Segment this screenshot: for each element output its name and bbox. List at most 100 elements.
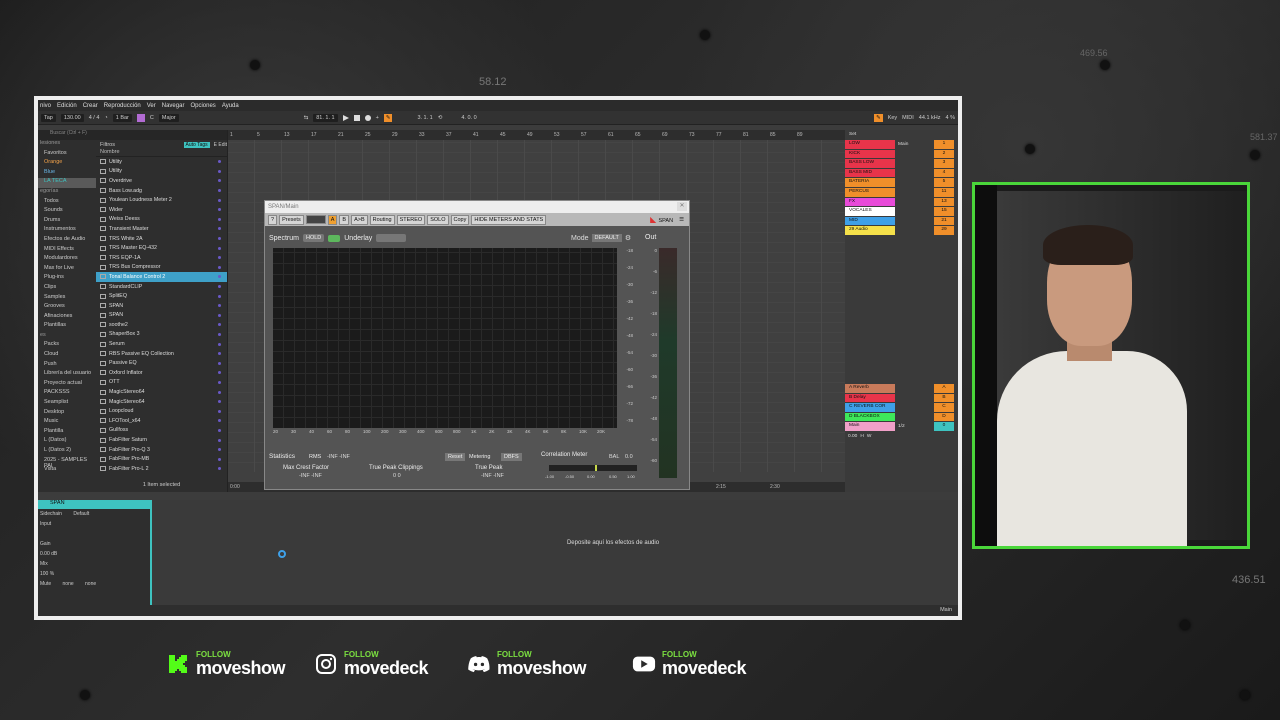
gain-value[interactable]: 0.00 dB bbox=[38, 549, 150, 559]
return-track-name[interactable]: C REVERB COR bbox=[845, 403, 895, 412]
hold-button[interactable]: HOLD bbox=[302, 234, 325, 242]
browser-file-item[interactable]: LFOTool_x64 bbox=[96, 416, 227, 426]
browser-file-item[interactable]: SPAN bbox=[96, 311, 227, 321]
scale-select[interactable]: Major bbox=[158, 113, 179, 122]
filters-button[interactable]: Filtros bbox=[100, 142, 115, 148]
track-name[interactable]: LOW bbox=[845, 140, 895, 149]
routing-button[interactable]: Routing bbox=[369, 214, 395, 225]
menu-icon[interactable]: ☰ bbox=[677, 216, 686, 224]
help-button[interactable]: ? bbox=[268, 214, 278, 225]
category-item[interactable]: Todos bbox=[38, 198, 96, 208]
category-item[interactable]: Modulardores bbox=[38, 255, 96, 265]
tap-tempo-button[interactable]: Tap bbox=[41, 113, 56, 122]
browser-file-item[interactable]: Gullfoss bbox=[96, 426, 227, 436]
place-item[interactable]: Cloud bbox=[38, 351, 96, 361]
browser-file-item[interactable]: Weiss Deess bbox=[96, 215, 227, 225]
master-cpu-field[interactable]: 0.00 bbox=[845, 434, 857, 439]
browser-file-item[interactable]: FabFilter Pro-MB bbox=[96, 454, 227, 464]
copy-button[interactable]: Copy bbox=[450, 214, 470, 225]
place-item[interactable]: Vista bbox=[38, 466, 96, 476]
track-header[interactable]: MID 21 bbox=[845, 216, 958, 226]
track-activator[interactable]: 29 bbox=[934, 226, 954, 236]
mute-button[interactable]: Mute bbox=[40, 581, 51, 587]
input-label[interactable]: Input bbox=[38, 519, 150, 529]
browser-file-item[interactable]: Tonal Balance Control 2 bbox=[96, 272, 227, 282]
track-header[interactable]: BASS MID 4 bbox=[845, 168, 958, 178]
place-item[interactable]: Librería del usuario bbox=[38, 370, 96, 380]
return-track-name[interactable]: D BLACKBOX bbox=[845, 412, 895, 422]
place-item[interactable]: L (Datos 2) bbox=[38, 447, 96, 457]
key-select[interactable]: C bbox=[150, 115, 154, 121]
browser-file-item[interactable]: Youlean Loudness Meter 2 bbox=[96, 195, 227, 205]
category-item[interactable]: Instrumentos bbox=[38, 226, 96, 236]
browser-file-item[interactable]: FabFilter Pro-L 2 bbox=[96, 464, 227, 474]
browser-file-item[interactable]: MagicStereo64 bbox=[96, 387, 227, 397]
browser-file-item[interactable]: Passive EQ bbox=[96, 358, 227, 368]
metronome-icon[interactable]: ◔ bbox=[104, 115, 107, 121]
category-item[interactable]: Clips bbox=[38, 284, 96, 294]
collection-blue[interactable]: Blue bbox=[38, 169, 96, 179]
presets-button[interactable]: Presets bbox=[279, 214, 304, 225]
track-name[interactable]: BASS MID bbox=[845, 168, 895, 178]
menu-item-reproduccion[interactable]: Reproducción bbox=[104, 103, 141, 109]
key-map-button[interactable]: Key bbox=[888, 115, 897, 121]
browser-file-item[interactable]: MagicStereo64 bbox=[96, 397, 227, 407]
browser-file-item[interactable]: TRS Master EQ-432 bbox=[96, 243, 227, 253]
stop-button[interactable] bbox=[353, 114, 360, 121]
return-activator[interactable]: B bbox=[934, 393, 954, 403]
track-activator[interactable]: 2 bbox=[934, 149, 954, 159]
browser-file-item[interactable]: SplitEQ bbox=[96, 291, 227, 301]
browser-search[interactable]: Buscar (Ctrl + F) bbox=[38, 130, 227, 140]
track-header[interactable]: KICK 2 bbox=[845, 149, 958, 159]
category-item[interactable]: Max for Live bbox=[38, 265, 96, 275]
return-track-name[interactable]: A Reverb bbox=[845, 384, 895, 393]
overdub-icon[interactable]: + bbox=[376, 115, 379, 121]
settings-gear-icon[interactable]: ⚙ bbox=[625, 234, 631, 242]
span-title-bar[interactable]: SPAN/Main ✕ bbox=[265, 201, 689, 213]
category-item[interactable]: Plug-ins bbox=[38, 274, 96, 284]
category-item[interactable]: Drums bbox=[38, 217, 96, 227]
drop-effects-hint[interactable]: Deposite aquí los efectos de audio bbox=[268, 540, 958, 546]
preset-select[interactable]: Default bbox=[73, 511, 89, 517]
category-item[interactable]: Sounds bbox=[38, 207, 96, 217]
return-track-header[interactable]: D BLACKBOX D bbox=[845, 412, 958, 422]
solo-button[interactable]: SOLO bbox=[427, 214, 449, 225]
place-item[interactable]: L (Datos) bbox=[38, 437, 96, 447]
browser-file-item[interactable]: Transient Master bbox=[96, 224, 227, 234]
track-activator[interactable]: 21 bbox=[934, 216, 954, 226]
play-button[interactable] bbox=[342, 114, 349, 121]
place-item[interactable]: Plantilla bbox=[38, 428, 96, 438]
category-item[interactable]: Afinaciones bbox=[38, 313, 96, 323]
follow-icon[interactable]: ⇆ bbox=[304, 115, 309, 121]
menu-item-ayuda[interactable]: Ayuda bbox=[222, 103, 239, 109]
mix-value[interactable]: 100 % bbox=[38, 569, 150, 579]
category-item[interactable]: Efectos de Audio bbox=[38, 236, 96, 246]
tempo-field[interactable]: 130.00 bbox=[60, 113, 84, 122]
menu-item-ver[interactable]: Ver bbox=[147, 103, 156, 109]
category-item[interactable]: Grooves bbox=[38, 303, 96, 313]
track-name[interactable]: PERCUS bbox=[845, 188, 895, 197]
menu-item-navegar[interactable]: Navegar bbox=[162, 103, 185, 109]
device-title[interactable]: SPAN bbox=[38, 500, 150, 509]
track-header[interactable]: FX 13 bbox=[845, 197, 958, 207]
browser-file-item[interactable]: ShaperBox 3 bbox=[96, 330, 227, 340]
browser-file-item[interactable]: Loopcloud bbox=[96, 406, 227, 416]
hide-meters-button[interactable]: HIDE METERS AND STATS bbox=[471, 214, 547, 225]
browser-file-item[interactable]: SPAN bbox=[96, 301, 227, 311]
browser-file-item[interactable]: soothe2 bbox=[96, 320, 227, 330]
hold-toggle[interactable] bbox=[328, 234, 341, 242]
record-button[interactable] bbox=[364, 114, 371, 121]
return-activator[interactable]: C bbox=[934, 403, 954, 412]
browser-file-item[interactable]: Wider bbox=[96, 205, 227, 215]
browser-file-item[interactable]: OTT bbox=[96, 378, 227, 388]
place-item[interactable]: Desktop bbox=[38, 409, 96, 419]
return-activator[interactable]: D bbox=[934, 412, 954, 422]
a-to-b-button[interactable]: A>B bbox=[351, 214, 368, 225]
track-name[interactable]: BASS LOW bbox=[845, 159, 895, 168]
track-header[interactable]: LOW Main 1 bbox=[845, 140, 958, 150]
a-button[interactable]: A bbox=[327, 214, 338, 225]
place-item[interactable]: Seamplist bbox=[38, 399, 96, 409]
place-item[interactable]: 2025 - SAMPLES PAI bbox=[38, 457, 96, 469]
browser-file-item[interactable]: FabFilter Saturn bbox=[96, 435, 227, 445]
quantize-select[interactable]: 1 Bar bbox=[112, 113, 132, 122]
